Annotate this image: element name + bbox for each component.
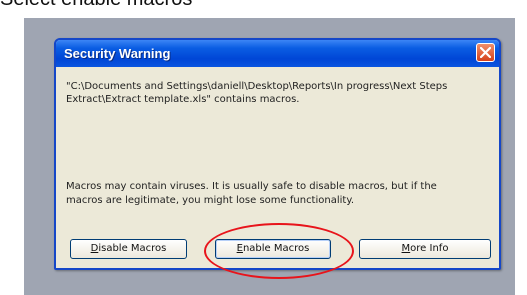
- warning-line-1: Macros may contain viruses. It is usuall…: [66, 181, 437, 192]
- title-bar: Security Warning: [56, 40, 499, 67]
- more-info-label: ore Info: [410, 243, 449, 254]
- file-path-line-2: Extract\Extract template.xls" contains m…: [66, 94, 300, 105]
- disable-macros-label: isable Macros: [98, 243, 167, 254]
- enable-macros-button[interactable]: Enable Macros: [215, 239, 331, 259]
- security-warning-dialog: Security Warning "C:\Documents and Setti…: [54, 38, 501, 270]
- close-icon: [480, 47, 491, 58]
- disable-macros-button[interactable]: Disable Macros: [70, 239, 187, 259]
- enable-macros-label: nable Macros: [242, 243, 310, 254]
- close-button[interactable]: [476, 43, 495, 62]
- screenshot-backdrop: Security Warning "C:\Documents and Setti…: [24, 18, 515, 295]
- dialog-title: Security Warning: [64, 46, 171, 61]
- macro-warning-message: Macros may contain viruses. It is usuall…: [66, 180, 491, 208]
- more-info-button[interactable]: More Info: [359, 239, 491, 259]
- file-path-message: "C:\Documents and Settings\daniell\Deskt…: [66, 80, 491, 106]
- caption-text: Select enable macros: [0, 0, 527, 11]
- more-info-accesskey: M: [401, 243, 411, 254]
- warning-line-2: macros are legitimate, you might lose so…: [66, 195, 354, 206]
- file-path-line-1: "C:\Documents and Settings\daniell\Deskt…: [66, 81, 448, 92]
